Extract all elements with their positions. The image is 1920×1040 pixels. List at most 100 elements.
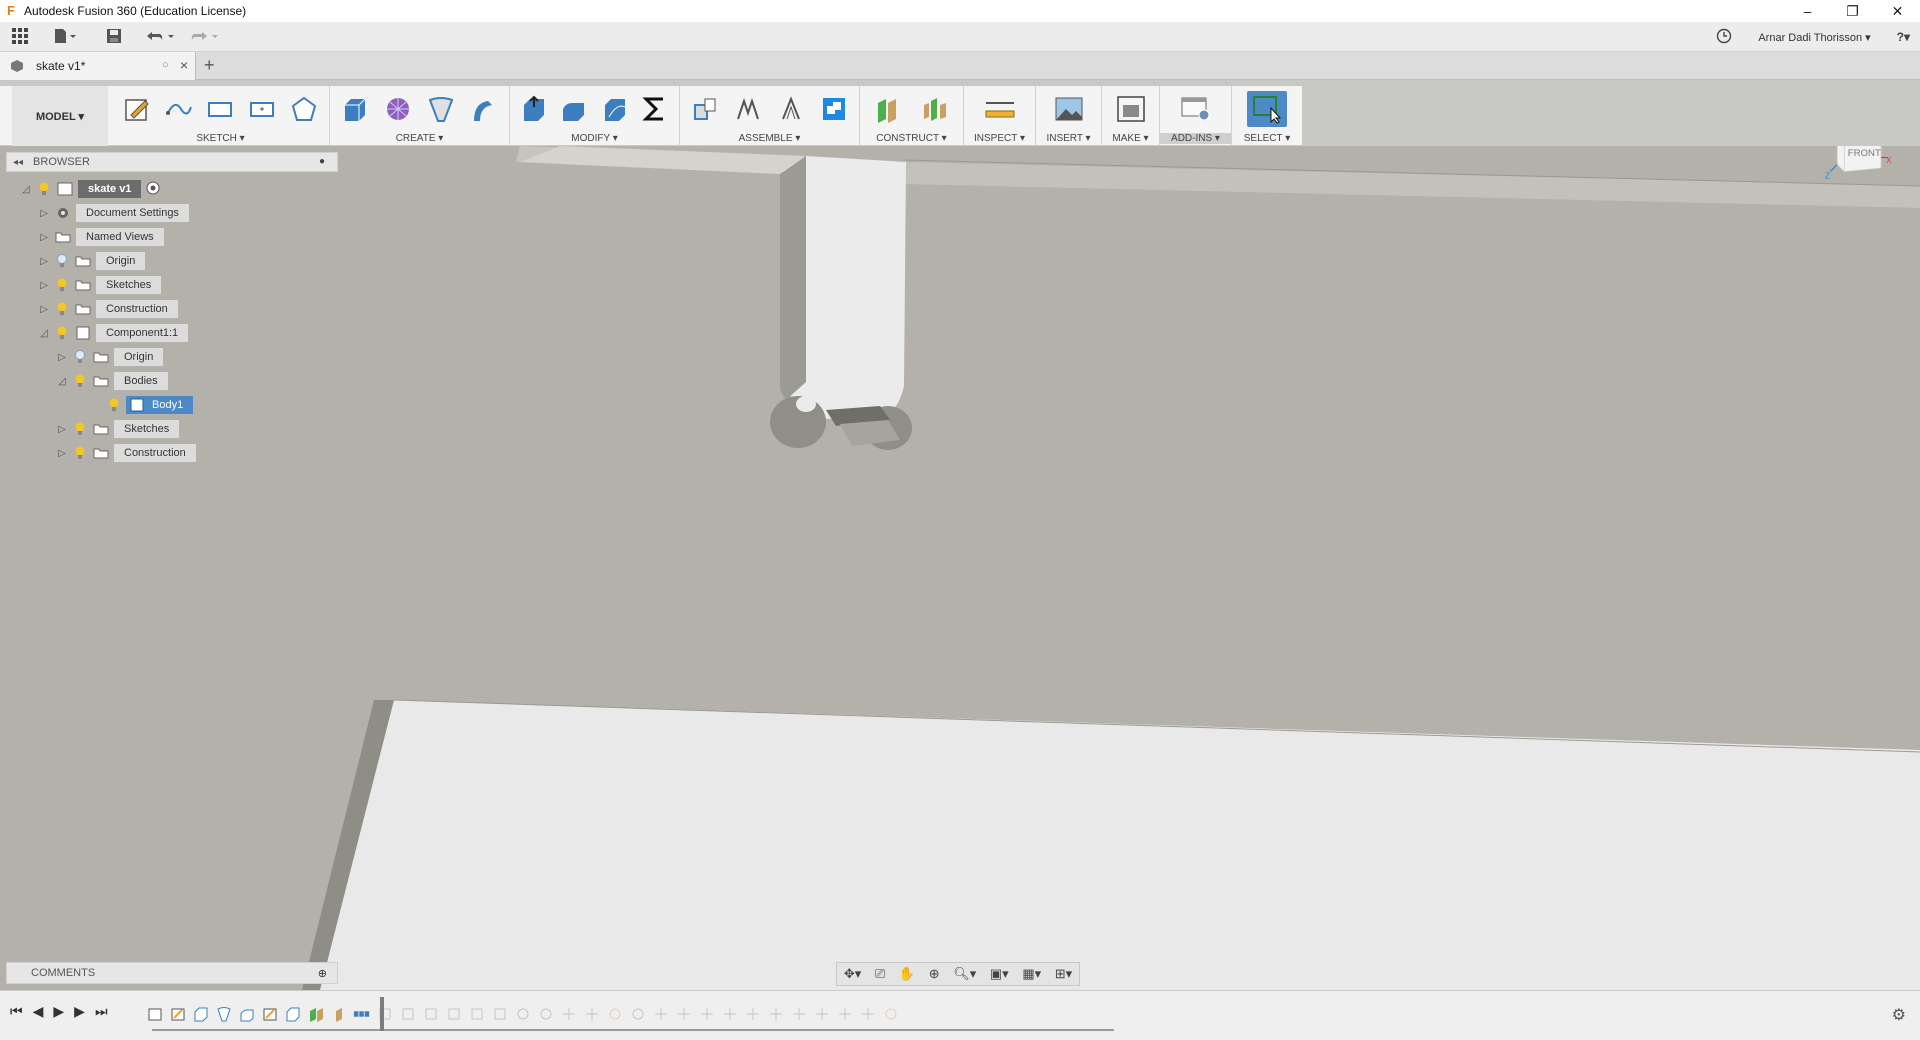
expand-arrow-icon[interactable]: ▷ [38,232,50,243]
display-settings-icon[interactable]: ▣▾ [990,966,1009,982]
workspace-switcher[interactable]: MODEL ▾ [12,86,108,146]
visibility-bulb-icon[interactable] [106,397,122,413]
visibility-bulb-off-icon[interactable] [72,349,88,365]
plane-feature-icon[interactable] [330,1005,348,1023]
tree-item-named-views[interactable]: ▷ Named Views [38,227,164,247]
visibility-bulb-icon[interactable] [54,325,70,341]
line-icon[interactable] [163,93,195,125]
suppressed-feature-icon[interactable] [560,1005,578,1023]
revolve-icon[interactable] [425,93,457,125]
canvas-viewport[interactable]: FRONT Y X Z [0,146,1920,990]
sketch-feature-icon[interactable] [261,1005,279,1023]
app-grid-icon[interactable] [12,28,28,49]
visibility-bulb-icon[interactable] [36,181,52,197]
close-button[interactable]: ✕ [1875,0,1920,22]
parameters-icon[interactable] [639,93,671,125]
view-cube[interactable]: FRONT Y X Z [1820,146,1900,182]
save-icon[interactable] [106,28,122,49]
orbit-icon[interactable]: ✥▾ [844,966,861,982]
joint-icon[interactable] [732,93,764,125]
expand-arrow-icon[interactable]: ▷ [38,208,50,219]
extrude-feature-icon[interactable] [192,1005,210,1023]
restore-button[interactable]: ❐ [1830,0,1875,22]
go-to-end-icon[interactable]: ⏭ [95,1003,108,1020]
tree-label-selected[interactable]: Body1 [126,396,194,414]
select-menu[interactable]: SELECT ▾ [1232,133,1302,144]
suppressed-feature-icon[interactable] [399,1005,417,1023]
suppressed-feature-icon[interactable] [859,1005,877,1023]
step-forward-icon[interactable]: ▶ [74,1003,85,1020]
comments-panel[interactable]: COMMENTS ⊕ [6,962,338,984]
view-cube-face-label[interactable]: FRONT [1848,148,1881,159]
tree-label[interactable]: Document Settings [76,204,189,222]
insert-image-icon[interactable] [1053,93,1085,125]
visibility-bulb-icon[interactable] [72,421,88,437]
suppressed-feature-icon[interactable] [376,1005,394,1023]
tree-root-label[interactable]: skate v1 [78,180,142,198]
suppressed-feature-icon[interactable] [698,1005,716,1023]
suppressed-feature-icon[interactable] [606,1005,624,1023]
expand-arrow-icon[interactable]: ▷ [38,304,50,315]
zoom-window-icon[interactable]: 🔍︎▾ [953,966,976,982]
timeline-track[interactable] [146,1003,1116,1025]
tree-item-construction[interactable]: ▷ Construction [38,299,178,319]
fillet-feature-icon[interactable] [238,1005,256,1023]
visibility-bulb-icon[interactable] [54,301,70,317]
expand-arrow-icon[interactable]: ▷ [56,448,68,459]
play-icon[interactable]: ▶ [53,1003,64,1020]
user-menu[interactable]: Arnar Dadi Thorisson ▾ [1758,31,1870,44]
file-menu-icon[interactable] [54,28,76,49]
pin-browser-icon[interactable]: ● [319,156,325,167]
tree-label[interactable]: Construction [114,444,196,462]
form-icon[interactable] [382,93,414,125]
tree-item-component-origin[interactable]: ▷ Origin [56,347,164,367]
rectangle-icon[interactable] [204,93,236,125]
suppressed-feature-icon[interactable] [422,1005,440,1023]
look-at-icon[interactable]: ⎚ [875,966,885,982]
visibility-bulb-icon[interactable] [72,445,88,461]
create-sketch-icon[interactable] [121,93,153,125]
polygon-icon[interactable] [288,93,320,125]
visibility-bulb-off-icon[interactable] [54,253,70,269]
tree-label[interactable]: Origin [114,348,164,366]
extrude-icon[interactable] [339,93,371,125]
assemble-menu[interactable]: ASSEMBLE ▾ [680,133,859,144]
rigid-group-icon[interactable] [818,93,850,125]
tree-label[interactable]: Component1:1 [96,324,189,342]
undo-icon[interactable] [146,28,176,49]
chamfer-icon[interactable] [599,93,631,125]
new-component-icon[interactable] [689,93,721,125]
make-menu[interactable]: MAKE ▾ [1102,133,1159,144]
suppressed-feature-icon[interactable] [583,1005,601,1023]
viewports-icon[interactable]: ⊞▾ [1055,966,1072,982]
inspect-menu[interactable]: INSPECT ▾ [964,133,1035,144]
tree-label[interactable]: Bodies [114,372,168,390]
tree-item-document-settings[interactable]: ▷ Document Settings [38,203,189,223]
suppressed-feature-icon[interactable] [468,1005,486,1023]
visibility-bulb-icon[interactable] [72,373,88,389]
redo-icon[interactable] [190,28,220,49]
suppressed-feature-icon[interactable] [882,1005,900,1023]
suppressed-feature-icon[interactable] [629,1005,647,1023]
tree-item-component-sketches[interactable]: ▷ Sketches [56,419,180,439]
suppressed-feature-icon[interactable] [767,1005,785,1023]
3d-print-icon[interactable] [1115,93,1147,125]
tree-label[interactable]: Named Views [76,228,164,246]
tree-label[interactable]: Sketches [96,276,162,294]
tree-item-bodies[interactable]: ◿ Bodies [56,371,168,391]
plane-feature-icon[interactable] [307,1005,325,1023]
create-menu[interactable]: CREATE ▾ [330,133,509,144]
measure-icon[interactable] [984,93,1016,125]
suppressed-feature-icon[interactable] [652,1005,670,1023]
add-comment-icon[interactable]: ⊕ [318,967,327,980]
expand-arrow-icon[interactable]: ▷ [38,256,50,267]
tree-item-component[interactable]: ◿ Component1:1 [38,323,189,343]
minimize-button[interactable]: – [1785,0,1830,22]
press-pull-icon[interactable] [518,93,550,125]
tree-item-origin[interactable]: ▷ Origin [38,251,146,271]
go-to-start-icon[interactable]: ⏮ [10,1003,23,1020]
offset-plane-icon[interactable] [872,93,904,125]
suppressed-feature-icon[interactable] [721,1005,739,1023]
suppressed-feature-icon[interactable] [491,1005,509,1023]
center-rectangle-icon[interactable] [246,93,278,125]
